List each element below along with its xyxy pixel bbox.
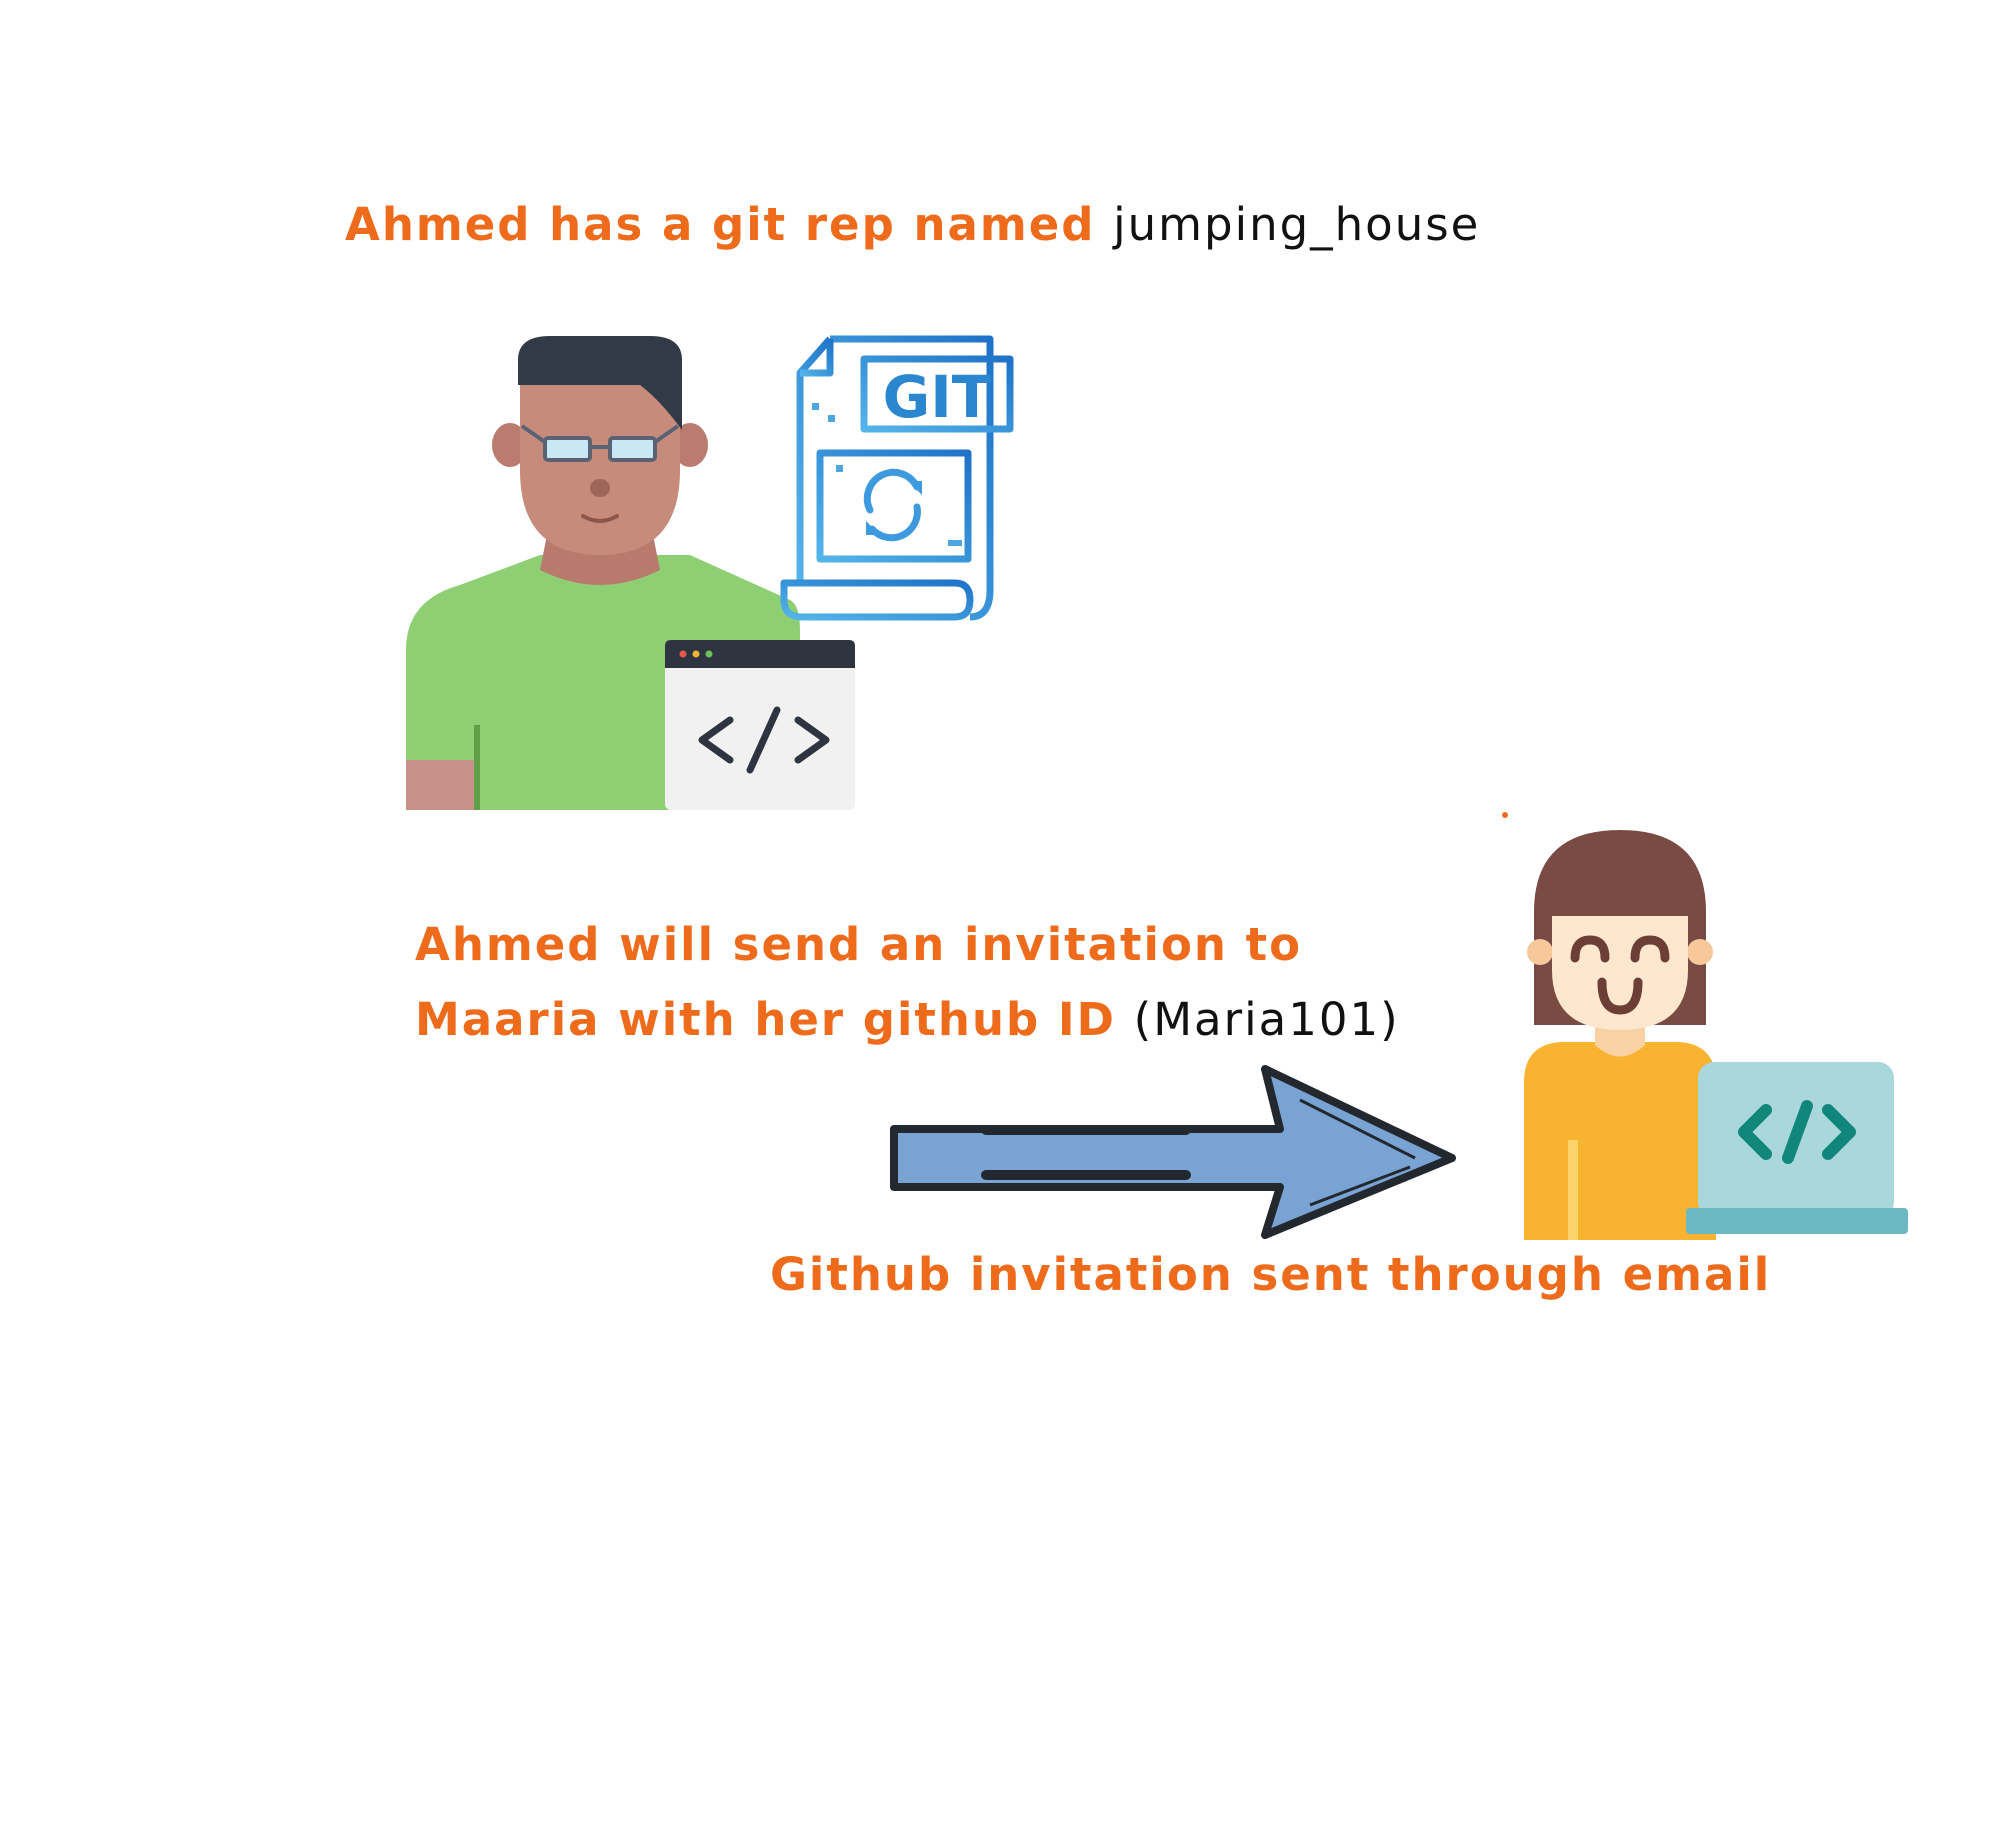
repo-caption: Ahmed has a git rep named jumping_house — [345, 198, 1480, 251]
git-file-icon: GIT — [780, 335, 1014, 621]
invitation-arrow-icon — [890, 1065, 1456, 1239]
email-caption: Github invitation sent through email — [770, 1248, 1772, 1301]
invite-caption-line2: Maaria with her github ID (Maria101) — [415, 993, 1400, 1046]
invite-caption-line1: Ahmed will send an invitation to — [415, 918, 1303, 971]
github-id: (Maria101) — [1133, 993, 1400, 1046]
repo-name: jumping_house — [1113, 198, 1481, 251]
git-file-label: GIT — [883, 363, 992, 431]
invite-caption-line2-prefix: Maaria with her github ID — [415, 993, 1116, 1046]
diagram-canvas: Ahmed has a git rep named jumping_house — [0, 0, 2000, 1848]
stray-dot — [1502, 812, 1508, 818]
repo-caption-prefix: Ahmed has a git rep named — [345, 198, 1096, 251]
developer-maaria-icon — [1524, 830, 1908, 1240]
